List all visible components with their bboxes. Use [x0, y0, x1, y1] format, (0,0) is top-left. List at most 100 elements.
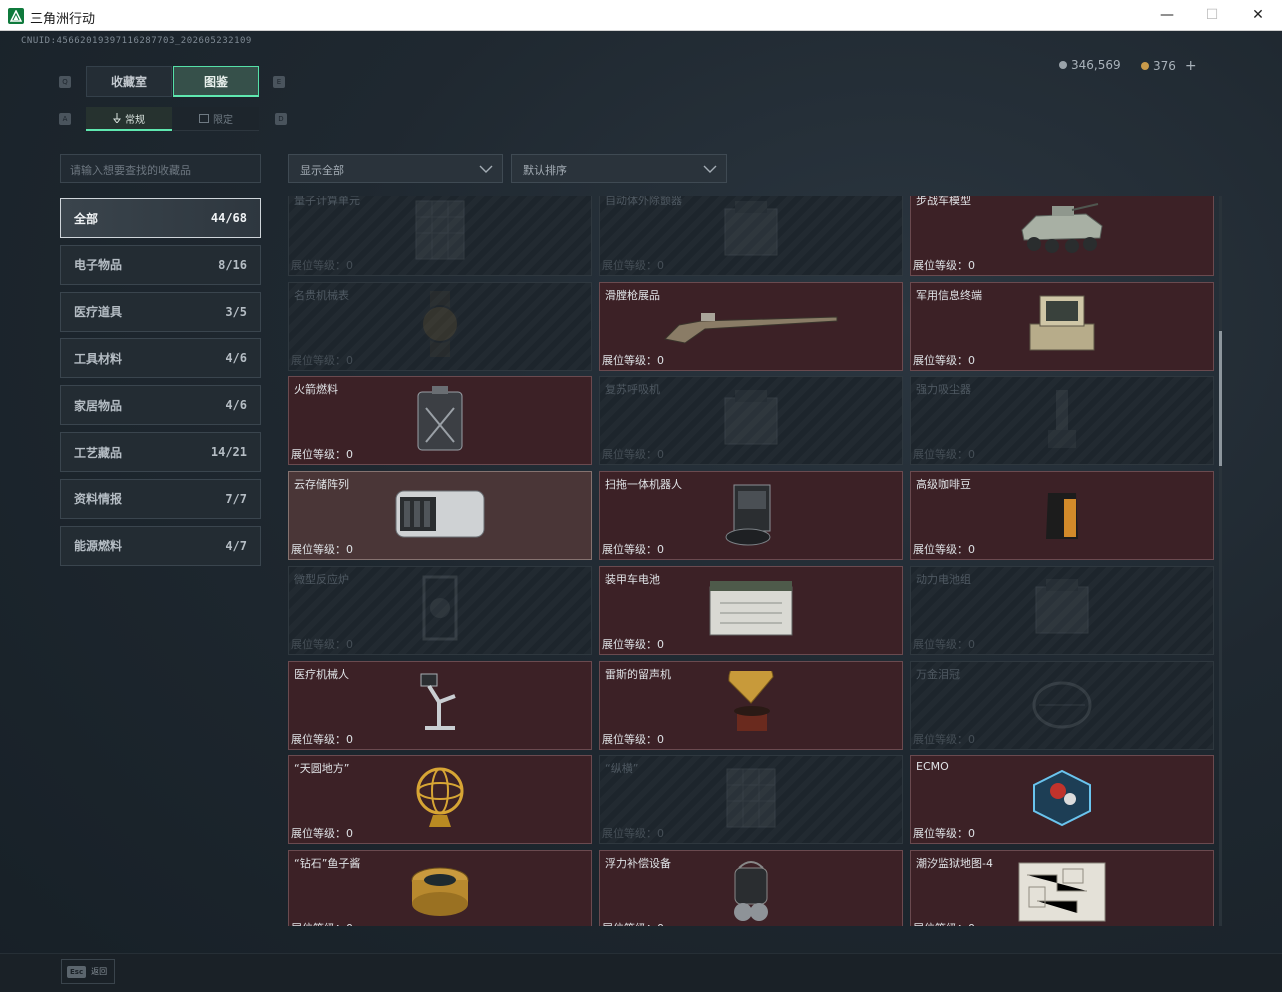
- category-item[interactable]: 能源燃料 4/7: [60, 525, 261, 566]
- item-map-icon: [1017, 861, 1107, 926]
- add-currency-button[interactable]: +: [1185, 58, 1197, 74]
- item-name: 装甲车电池: [605, 572, 660, 586]
- collection-card[interactable]: 滑膛枪展品 展位等级：0: [599, 281, 903, 371]
- category-label: 能源燃料: [74, 539, 123, 554]
- item-terminal-icon: [1024, 294, 1100, 358]
- collection-card[interactable]: 装甲车电池 展位等级：0: [599, 565, 903, 655]
- booth-level: 展位等级：0: [291, 920, 353, 926]
- collection-card[interactable]: 浮力补偿设备展位等级：0: [599, 849, 903, 926]
- tab-limited[interactable]: 限定: [173, 107, 259, 131]
- booth-level: 展位等级：0: [291, 448, 353, 462]
- category-item[interactable]: 医疗道具 3/5: [60, 291, 261, 332]
- booth-level: 展位等级：0: [291, 353, 353, 367]
- close-button[interactable]: ✕: [1235, 0, 1281, 30]
- back-button[interactable]: Esc 返回: [61, 959, 115, 984]
- category-count: 8/16: [218, 257, 247, 272]
- collection-grid: 量子计算单元 展位等级：0 自动体外除颤器 展位等级：0 步战车模型 展位等级：0 名贵机械…: [288, 196, 1214, 926]
- tab-codex[interactable]: 图鉴: [173, 66, 259, 97]
- collection-card[interactable]: 云存储阵列展位等级：0: [288, 471, 592, 561]
- collection-card[interactable]: 微型反应炉 展位等级：0: [288, 565, 592, 655]
- collection-card[interactable]: 名贵机械表展位等级：0: [288, 281, 592, 371]
- chevron-down-icon: [479, 165, 493, 173]
- collection-card[interactable]: 雷斯的留声机 展位等级：0: [599, 660, 903, 750]
- sort-dropdown[interactable]: 默认排序: [511, 154, 727, 183]
- category-count: 7/7: [225, 491, 247, 506]
- collection-card[interactable]: 火箭燃料展位等级：0: [288, 376, 592, 466]
- item-name: 火箭燃料: [294, 383, 338, 397]
- item-box-icon: [1032, 577, 1092, 643]
- item-name: “纵横”: [605, 762, 639, 776]
- item-tank-icon: [1016, 200, 1108, 264]
- category-item[interactable]: 电子物品 8/16: [60, 244, 261, 285]
- collection-card[interactable]: 军用信息终端 展位等级：0: [910, 281, 1214, 371]
- collection-card[interactable]: 潮汐监狱地图-4 展位等级：0: [910, 849, 1214, 926]
- item-name: 自动体外除颤器: [605, 196, 682, 207]
- item-vacuum-icon: [1042, 386, 1082, 456]
- category-item[interactable]: 全部 44/68: [60, 198, 261, 238]
- collection-card[interactable]: “天圆地方” 展位等级：0: [288, 755, 592, 845]
- window-titlebar: 三角洲行动 — ☐ ✕: [0, 0, 1282, 31]
- collection-card[interactable]: 复苏呼吸机 展位等级：0: [599, 376, 903, 466]
- collection-card[interactable]: 高级咖啡豆 展位等级：0: [910, 471, 1214, 561]
- booth-level: 展位等级：0: [913, 920, 975, 926]
- collection-card[interactable]: ECMO 展位等级：0: [910, 755, 1214, 845]
- booth-level: 展位等级：0: [291, 543, 353, 557]
- booth-level: 展位等级：0: [602, 920, 664, 926]
- collection-card[interactable]: 量子计算单元 展位等级：0: [288, 196, 592, 276]
- category-item[interactable]: 资料情报 7/7: [60, 478, 261, 519]
- item-medbot-icon: [415, 672, 465, 738]
- collection-card[interactable]: 万金泪冠 展位等级：0: [910, 660, 1214, 750]
- collection-card[interactable]: 动力电池组 展位等级：0: [910, 565, 1214, 655]
- item-coffee-icon: [1042, 485, 1082, 547]
- collection-card[interactable]: 步战车模型展位等级：0: [910, 196, 1214, 276]
- collection-card[interactable]: 扫拖一体机器人 展位等级：0: [599, 471, 903, 561]
- collection-card[interactable]: 自动体外除颤器 展位等级：0: [599, 196, 903, 276]
- item-watch-icon: [417, 291, 463, 361]
- item-name: “钻石”鱼子酱: [294, 856, 361, 870]
- coin-icon: [1059, 61, 1067, 69]
- item-battery-icon: [706, 577, 796, 643]
- key-hint-d: D: [275, 113, 287, 125]
- booth-level: 展位等级：0: [913, 259, 975, 272]
- item-name: 微型反应炉: [294, 572, 349, 586]
- category-label: 全部: [74, 211, 99, 226]
- category-item[interactable]: 家居物品 4/6: [60, 385, 261, 426]
- item-name: 高级咖啡豆: [916, 478, 971, 492]
- tab-regular[interactable]: 常规: [86, 107, 172, 131]
- player-uid: CNUID:45662019397116287703_202605232109: [21, 36, 252, 46]
- collection-card[interactable]: 医疗机械人 展位等级：0: [288, 660, 592, 750]
- minimize-button[interactable]: —: [1144, 0, 1190, 30]
- item-server-icon: [390, 483, 490, 549]
- regular-icon: [113, 113, 121, 123]
- window-title: 三角洲行动: [30, 12, 96, 27]
- filter-show-dropdown[interactable]: 显示全部: [288, 154, 503, 183]
- item-name: 量子计算单元: [294, 196, 360, 207]
- item-name: 名贵机械表: [294, 288, 349, 302]
- item-crown-icon: [1029, 675, 1095, 735]
- collection-card[interactable]: “纵横” 展位等级：0: [599, 755, 903, 845]
- ticket-icon: [1141, 62, 1149, 70]
- item-name: 滑膛枪展品: [605, 288, 660, 302]
- search-input[interactable]: 请输入想要查找的收藏品: [60, 154, 261, 183]
- item-name: ECMO: [916, 760, 949, 774]
- category-label: 家居物品: [74, 398, 123, 413]
- scrollbar-thumb[interactable]: [1219, 331, 1222, 466]
- item-name: 万金泪冠: [916, 667, 960, 681]
- category-count: 3/5: [225, 304, 247, 319]
- scrollbar-track[interactable]: [1219, 196, 1222, 926]
- maximize-button[interactable]: ☐: [1189, 0, 1235, 30]
- item-name: 复苏呼吸机: [605, 383, 660, 397]
- item-musket-icon: [661, 299, 841, 353]
- tab-collection-room[interactable]: 收藏室: [86, 66, 172, 97]
- collection-card[interactable]: 强力吸尘器 展位等级：0: [910, 376, 1214, 466]
- category-count: 4/7: [225, 538, 247, 553]
- category-count: 4/6: [225, 398, 247, 413]
- booth-level: 展位等级：0: [291, 827, 353, 841]
- collection-card[interactable]: “钻石”鱼子酱展位等级：0: [288, 849, 592, 926]
- item-name: 步战车模型: [916, 196, 971, 207]
- category-item[interactable]: 工艺藏品 14/21: [60, 432, 261, 472]
- category-item[interactable]: 工具材料 4/6: [60, 338, 261, 379]
- item-name: “天圆地方”: [294, 762, 350, 776]
- item-name: 云存储阵列: [294, 478, 349, 492]
- ticket-amount: 376: [1153, 59, 1176, 73]
